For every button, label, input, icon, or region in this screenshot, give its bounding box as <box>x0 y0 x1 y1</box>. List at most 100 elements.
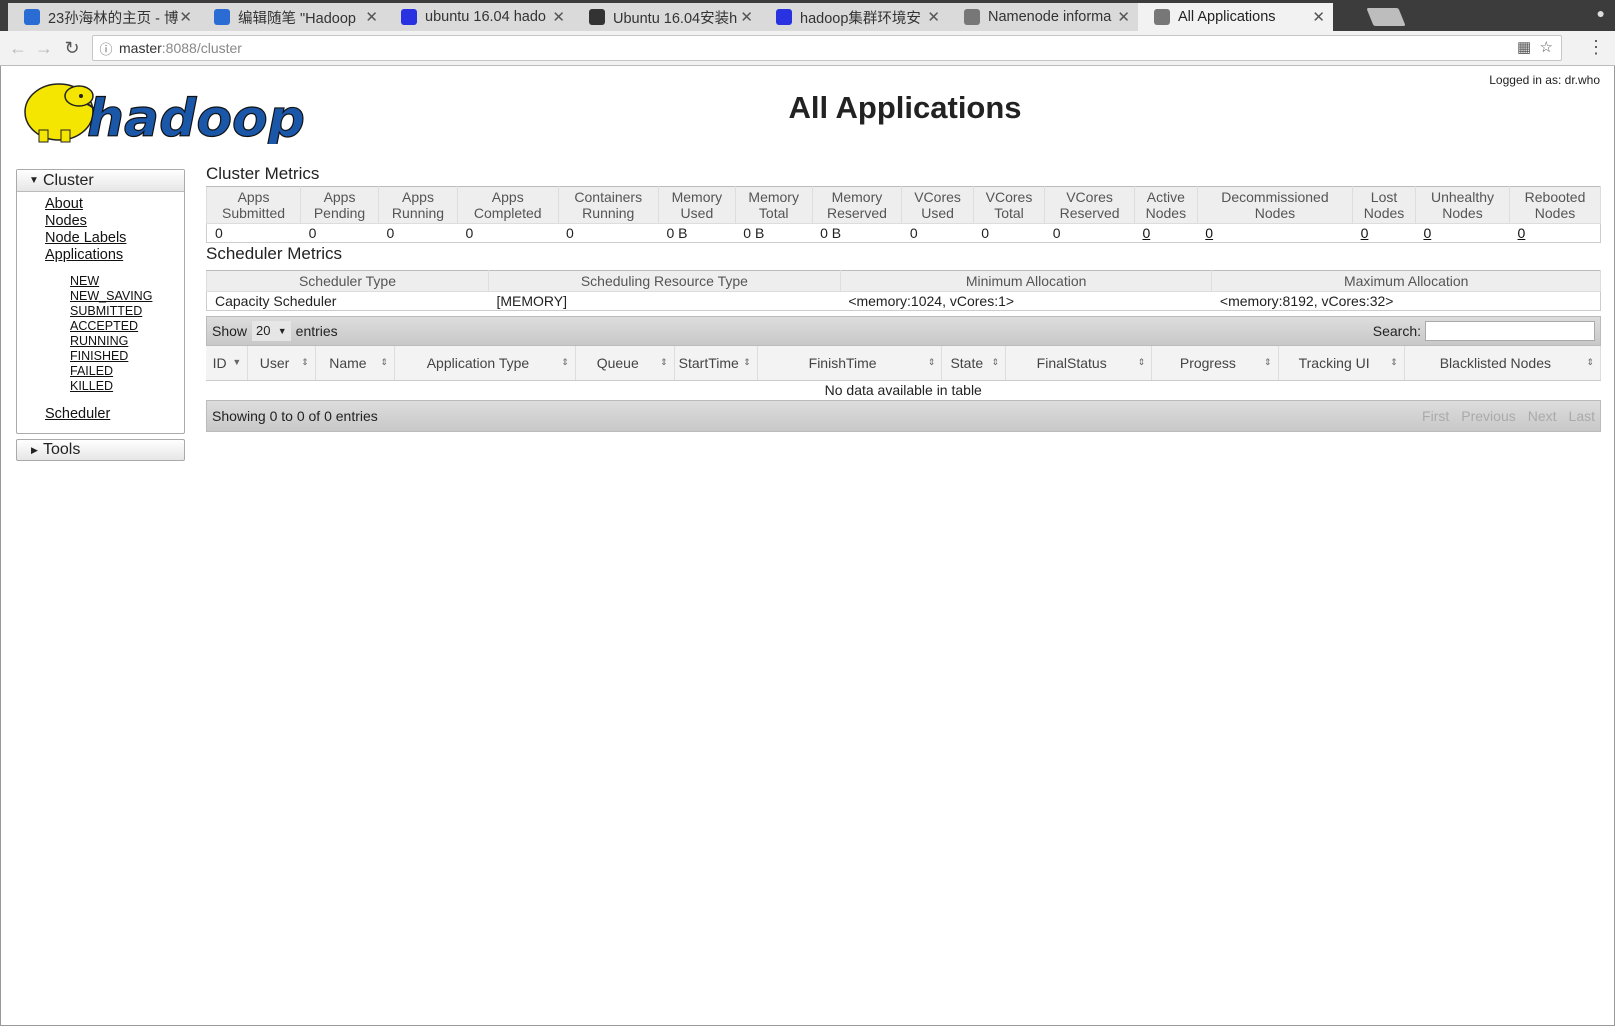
header-line-2: Nodes <box>1442 205 1483 221</box>
node-count-link[interactable]: 0 <box>1423 225 1431 241</box>
scheduler-metric-value: <memory:1024, vCores:1> <box>840 291 1212 311</box>
metric-value: 0 <box>465 225 474 241</box>
page-icon <box>1154 9 1170 25</box>
cnblogs-icon <box>24 9 40 25</box>
sidebar-link-node-labels[interactable]: Node Labels <box>45 230 184 247</box>
node-count-link[interactable]: 0 <box>1142 225 1150 241</box>
sort-icon: ⇕ <box>1586 357 1594 367</box>
scheduler-metric-value: Capacity Scheduler <box>206 291 489 311</box>
column-header-blacklisted-nodes[interactable]: Blacklisted Nodes ⇕ <box>1404 346 1602 381</box>
info-icon[interactable]: ⓘ <box>93 39 119 58</box>
sidebar-link-state-failed[interactable]: FAILED <box>70 364 184 379</box>
cluster-metric-value: 0 <box>205 223 301 243</box>
column-header-application-type[interactable]: Application Type ⇕ <box>394 346 576 381</box>
browser-tab[interactable]: All Applications ✕ <box>1138 3 1333 31</box>
browser-tab[interactable]: hadoop集群环境安 ✕ <box>760 3 948 31</box>
close-tab-icon[interactable]: ✕ <box>927 8 940 26</box>
close-tab-icon[interactable]: ✕ <box>1312 8 1325 26</box>
column-header-progress[interactable]: Progress ⇕ <box>1151 346 1279 381</box>
sidebar-link-state-killed[interactable]: KILLED <box>70 379 184 394</box>
cnblogs-icon <box>214 9 230 25</box>
sidebar-link-applications[interactable]: Applications <box>45 247 184 264</box>
browser-tab[interactable]: Ubuntu 16.04安装h ✕ <box>573 3 761 31</box>
browser-tabstrip: 23孙海林的主页 - 博 ✕ 编辑随笔 "Hadoop ✕ ubuntu 16.04 h… <box>0 0 1615 31</box>
cluster-metric-value: 0 <box>973 223 1045 243</box>
forward-icon[interactable]: → <box>32 36 56 60</box>
browser-tab[interactable]: 23孙海林的主页 - 博 ✕ <box>8 3 200 31</box>
column-label: Name <box>329 354 367 371</box>
new-tab-button[interactable] <box>1366 8 1406 26</box>
cluster-metric-value: 0 B <box>812 223 902 243</box>
scheduler-metric-value: [MEMORY] <box>488 291 841 311</box>
browser-tab[interactable]: Namenode informa ✕ <box>948 3 1138 31</box>
node-count-link[interactable]: 0 <box>1205 225 1213 241</box>
account-icon[interactable]: ● <box>1597 5 1605 21</box>
header-line-1: Active <box>1146 189 1185 205</box>
caret-right-icon: ▶ <box>31 445 38 455</box>
header-line-1: Apps <box>323 189 356 205</box>
cluster-metric-header: Apps Submitted <box>205 186 302 224</box>
close-tab-icon[interactable]: ✕ <box>740 8 753 26</box>
header-line-1: Unhealthy <box>1430 189 1494 205</box>
node-count-link[interactable]: 0 <box>1518 225 1526 241</box>
header-line-1: Memory <box>671 189 723 205</box>
column-header-id[interactable]: ID ▼ <box>206 346 249 381</box>
apps-table-controls: Show 20 ▼ entries Search: <box>206 316 1601 346</box>
sidebar-link-state-accepted[interactable]: ACCEPTED <box>70 319 184 334</box>
sidebar-link-state-new[interactable]: NEW <box>70 274 184 289</box>
sidebar-link-state-running[interactable]: RUNNING <box>70 334 184 349</box>
scheduler-metric-header: Scheduling Resource Type <box>487 270 841 292</box>
column-header-user[interactable]: User ⇕ <box>247 346 316 381</box>
search-input[interactable] <box>1425 321 1595 341</box>
pager-next-button[interactable]: Next <box>1528 408 1557 424</box>
sort-desc-icon: ▼ <box>232 357 242 367</box>
close-tab-icon[interactable]: ✕ <box>552 8 565 26</box>
back-icon[interactable]: ← <box>6 36 30 60</box>
tools-section-header[interactable]: ▶ Tools <box>16 439 185 461</box>
entries-select[interactable]: 20 ▼ <box>252 321 291 341</box>
column-header-name[interactable]: Name ⇕ <box>315 346 396 381</box>
column-header-state[interactable]: State ⇕ <box>941 346 1007 381</box>
sidebar: ▼ Cluster About Nodes Node Labels Applica… <box>16 169 185 461</box>
column-header-tracking-ui[interactable]: Tracking UI ⇕ <box>1278 346 1405 381</box>
cluster-metric-header: Apps Running <box>378 186 458 224</box>
sidebar-link-state-submitted[interactable]: SUBMITTED <box>70 304 184 319</box>
translate-icon[interactable]: ▦ <box>1517 39 1531 56</box>
cluster-section-header[interactable]: ▼ Cluster <box>17 170 184 192</box>
close-tab-icon[interactable]: ✕ <box>1117 8 1130 26</box>
column-header-queue[interactable]: Queue ⇕ <box>575 346 675 381</box>
sidebar-link-nodes[interactable]: Nodes <box>45 213 184 230</box>
header-line-1: Memory <box>831 189 883 205</box>
header-line-1: Decommissioned <box>1221 189 1329 205</box>
sidebar-link-state-finished[interactable]: FINISHED <box>70 349 184 364</box>
column-label: Blacklisted Nodes <box>1439 354 1551 371</box>
address-bar[interactable]: ⓘ master:8088/cluster ▦ ☆ <box>92 35 1562 61</box>
close-tab-icon[interactable]: ✕ <box>365 8 378 26</box>
node-count-link[interactable]: 0 <box>1361 225 1369 241</box>
header-line-2: Used <box>921 205 954 221</box>
pager-first-button[interactable]: First <box>1422 408 1449 424</box>
sidebar-link-about[interactable]: About <box>45 196 184 213</box>
close-tab-icon[interactable]: ✕ <box>179 8 192 26</box>
column-header-finishtime[interactable]: FinishTime ⇕ <box>757 346 943 381</box>
sidebar-link-scheduler[interactable]: Scheduler <box>45 406 184 423</box>
cluster-metric-header: Apps Completed <box>457 186 559 224</box>
browser-tab[interactable]: 编辑随笔 "Hadoop ✕ <box>198 3 386 31</box>
cluster-metric-header: Apps Pending <box>300 186 379 224</box>
column-header-finalstatus[interactable]: FinalStatus ⇕ <box>1005 346 1153 381</box>
apps-table-footer: Showing 0 to 0 of 0 entries First Previou… <box>206 400 1601 432</box>
metric-value: 0 <box>909 225 918 241</box>
reload-icon[interactable]: ↻ <box>60 36 84 60</box>
metric-value: 0 <box>386 225 395 241</box>
scheduler-metric-header: Maximum Allocation <box>1211 270 1601 292</box>
browser-tab[interactable]: ubuntu 16.04 hado ✕ <box>385 3 573 31</box>
pager-last-button[interactable]: Last <box>1569 408 1595 424</box>
pager-previous-button[interactable]: Previous <box>1461 408 1515 424</box>
sort-icon: ⇕ <box>380 357 389 367</box>
sidebar-link-state-new-saving[interactable]: NEW_SAVING <box>70 289 184 304</box>
caret-down-icon: ▼ <box>29 175 39 186</box>
browser-menu-icon[interactable]: ⋮ <box>1587 37 1605 58</box>
bookmark-star-icon[interactable]: ☆ <box>1540 39 1553 56</box>
tab-title: 编辑随笔 "Hadoop <box>238 10 356 27</box>
column-header-starttime[interactable]: StartTime ⇕ <box>674 346 758 381</box>
